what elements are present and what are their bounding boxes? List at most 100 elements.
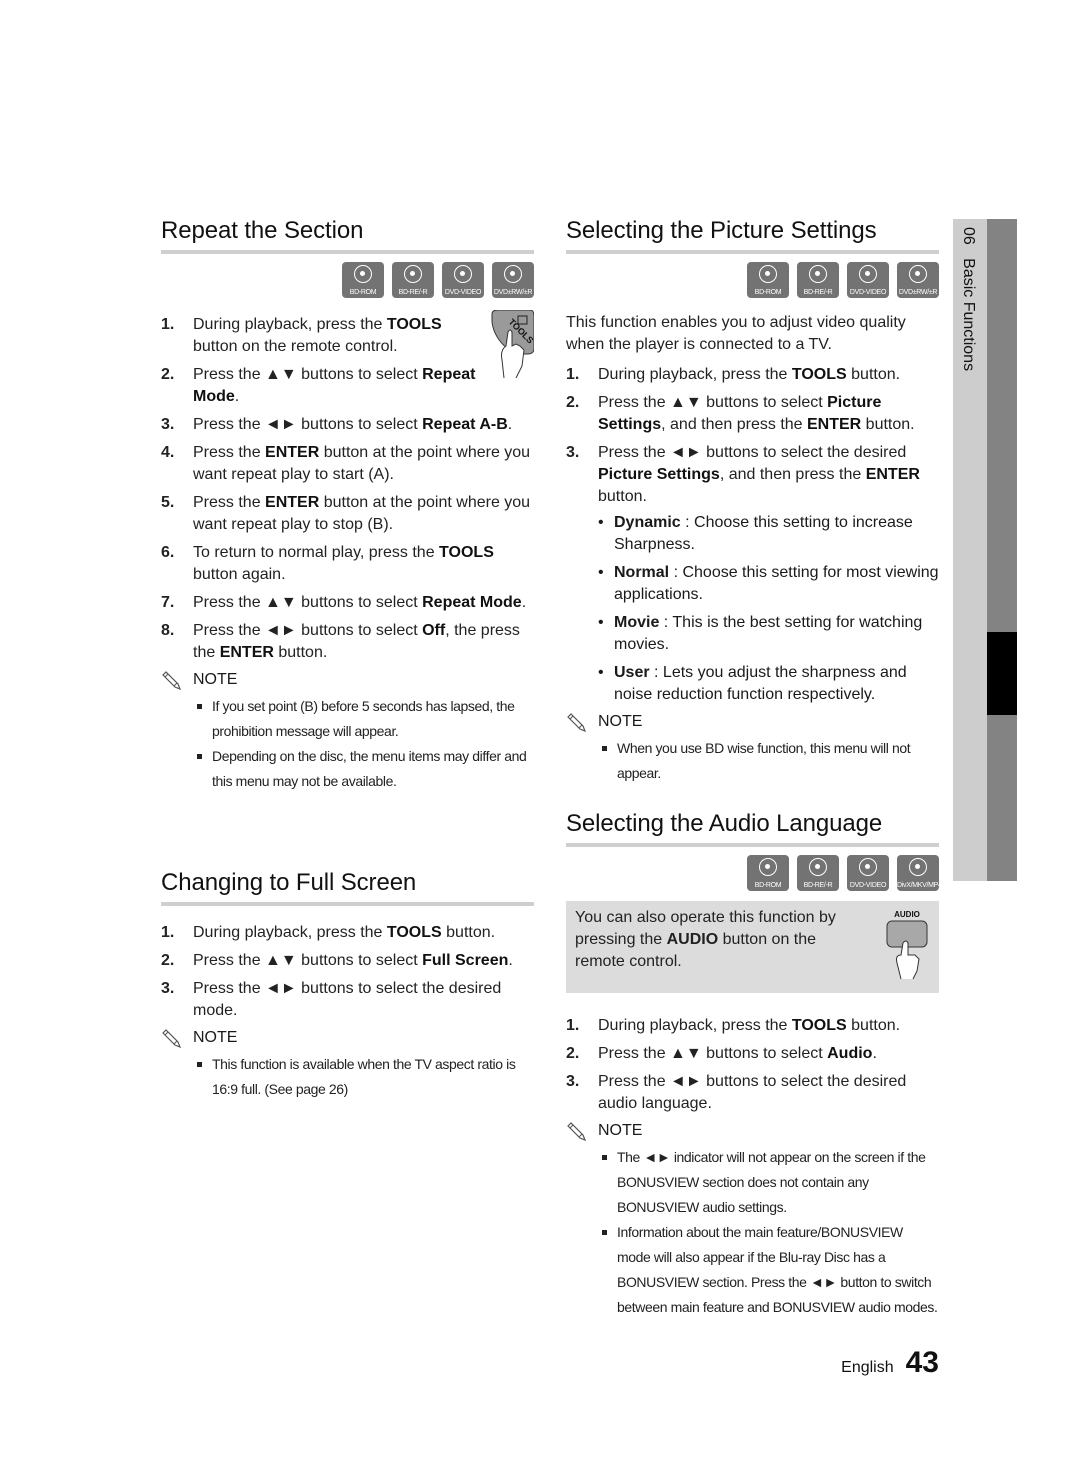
instruction-step: 3. Press the ◄► buttons to select the des… xyxy=(566,442,939,508)
disc-type-label: BD-RE/-R xyxy=(803,882,833,889)
step-text: Press the ◄► buttons to select the desir… xyxy=(193,980,502,1019)
disc-badges: BD-ROM BD-RE/-R DVD-VIDEO DVD±RW/±R xyxy=(161,262,534,298)
picture-settings-section: Selecting the Picture Settings BD-ROM BD-… xyxy=(566,214,939,786)
bullet-icon: • xyxy=(598,564,604,581)
instruction-step: 1. During playback, press the TOOLS butto… xyxy=(566,1015,939,1037)
step-number: 8. xyxy=(161,622,175,639)
step-number: 7. xyxy=(161,594,175,611)
disc-type-label: DVD-VIDEO xyxy=(849,289,887,296)
disc-type-label: BD-ROM xyxy=(349,289,377,296)
instruction-step: 2. Press the ▲▼ buttons to select Full Sc… xyxy=(161,950,534,972)
disc-type-label: BD-RE/-R xyxy=(803,289,833,296)
disc-type-label: BD-RE/-R xyxy=(398,289,428,296)
note-item: The ◄► indicator will not appear on the … xyxy=(566,1145,939,1220)
repeat-section: Repeat the Section BD-ROM BD-RE/-R DVD-VID… xyxy=(161,214,534,794)
step-number: 3. xyxy=(566,444,580,461)
intro-text: This function enables you to adjust vide… xyxy=(566,314,906,353)
disc-icon xyxy=(909,858,927,876)
option-name: User xyxy=(614,664,650,681)
chapter-side-tab: 06 Basic Functions xyxy=(953,219,1017,881)
step-text: Press the ▲▼ buttons to select Repeat Mo… xyxy=(193,594,527,611)
disc-type-label: DVD±RW/±R xyxy=(493,289,533,296)
audio-tip-text: You can also operate this function by pr… xyxy=(575,909,836,970)
pencil-note-icon xyxy=(162,671,182,691)
disc-type-badge: DVD±RW/±R xyxy=(897,262,939,298)
disc-type-badge: DVD±RW/±R xyxy=(492,262,534,298)
instruction-step: 3. Press the ◄► buttons to select the des… xyxy=(161,978,534,1022)
side-tab-current-marker xyxy=(987,632,1017,715)
note-text: This function is available when the TV a… xyxy=(212,1056,516,1097)
note-label: NOTE xyxy=(193,671,238,688)
disc-icon xyxy=(759,858,777,876)
chapter-label: 06 Basic Functions xyxy=(959,227,977,371)
section-title: Selecting the Audio Language xyxy=(566,810,883,837)
note-text: When you use BD wise function, this menu… xyxy=(617,740,911,781)
step-number: 2. xyxy=(161,366,175,383)
step-number: 1. xyxy=(566,366,580,383)
bullet-icon: • xyxy=(598,664,604,681)
note-bullet-icon xyxy=(197,1062,202,1067)
pencil-note-icon xyxy=(567,713,587,733)
disc-type-label: BD-ROM xyxy=(754,882,782,889)
bullet-icon: • xyxy=(598,614,604,631)
disc-type-label: BD-ROM xyxy=(754,289,782,296)
section-title: Selecting the Picture Settings xyxy=(566,217,877,244)
audio-language-section: Selecting the Audio Language BD-ROM BD-RE… xyxy=(566,807,942,1320)
step-number: 2. xyxy=(566,394,580,411)
option-name: Normal xyxy=(614,564,670,581)
side-tab-marker-strip xyxy=(987,219,1017,881)
title-rule xyxy=(566,843,939,847)
instruction-step: 1. During playback, press the TOOLS butto… xyxy=(566,364,939,386)
option-name: Dynamic xyxy=(614,514,681,531)
disc-type-label: DVD-VIDEO xyxy=(444,289,482,296)
title-rule xyxy=(161,902,534,906)
step-number: 2. xyxy=(161,952,175,969)
instruction-step: 5. Press the ENTER button at the point wh… xyxy=(161,492,534,536)
instruction-step: 8. Press the ◄► buttons to select Off, th… xyxy=(161,620,534,664)
instruction-step: 2. Press the ▲▼ buttons to select Audio. xyxy=(566,1043,939,1065)
step-number: 6. xyxy=(161,544,175,561)
step-text: Press the ▲▼ buttons to select Repeat Mo… xyxy=(193,366,476,405)
title-rule xyxy=(566,250,939,254)
note-heading: NOTE xyxy=(161,670,534,691)
disc-icon xyxy=(859,265,877,283)
step-number: 1. xyxy=(161,316,175,333)
disc-icon xyxy=(809,265,827,283)
disc-type-badge: BD-RE/-R xyxy=(392,262,434,298)
instruction-step: 3. Press the ◄► buttons to select Repeat … xyxy=(161,414,534,436)
instruction-step: 2. Press the ▲▼ buttons to select Repeat … xyxy=(161,364,534,408)
disc-icon xyxy=(454,265,472,283)
disc-type-badge: DVD-VIDEO xyxy=(847,262,889,298)
repeat-notes: If you set point (B) before 5 seconds ha… xyxy=(161,694,534,794)
disc-type-badge: DVD-VIDEO xyxy=(847,855,889,891)
step-text: During playback, press the TOOLS button … xyxy=(193,316,442,355)
note-bullet-icon xyxy=(602,746,607,751)
disc-icon xyxy=(404,265,422,283)
instruction-step: 7. Press the ▲▼ buttons to select Repeat … xyxy=(161,592,534,614)
picture-option: • User : Lets you adjust the sharpness an… xyxy=(598,662,939,706)
footer-language: English xyxy=(841,1359,894,1376)
page-footer: English 43 xyxy=(841,1346,939,1380)
disc-icon xyxy=(354,265,372,283)
disc-icon xyxy=(909,265,927,283)
step-text: During playback, press the TOOLS button. xyxy=(598,366,901,383)
disc-type-badge: DVD-VIDEO xyxy=(442,262,484,298)
chapter-title: Basic Functions xyxy=(960,258,977,372)
step-number: 4. xyxy=(161,444,175,461)
step-text: Press the ◄► buttons to select the desir… xyxy=(598,1073,907,1112)
bullet-icon: • xyxy=(598,514,604,531)
instruction-step: 1. During playback, press the TOOLS butto… xyxy=(161,314,534,358)
step-text: To return to normal play, press the TOOL… xyxy=(193,544,494,583)
disc-icon xyxy=(504,265,522,283)
step-text: Press the ▲▼ buttons to select Full Scre… xyxy=(193,952,513,969)
note-bullet-icon xyxy=(602,1155,607,1160)
instruction-step: 1. During playback, press the TOOLS butto… xyxy=(161,922,534,944)
disc-badges: BD-ROM BD-RE/-R DVD-VIDEO DivX/MKV/MP4 xyxy=(566,855,942,891)
full-screen-section: Changing to Full Screen 1. During playbac… xyxy=(161,866,534,1102)
option-name: Movie xyxy=(614,614,660,631)
note-bullet-icon xyxy=(197,704,202,709)
step-text: Press the ◄► buttons to select Off, the … xyxy=(193,622,520,661)
section-title: Changing to Full Screen xyxy=(161,869,417,896)
instruction-step: 6. To return to normal play, press the TO… xyxy=(161,542,534,586)
note-text: If you set point (B) before 5 seconds ha… xyxy=(212,698,515,739)
